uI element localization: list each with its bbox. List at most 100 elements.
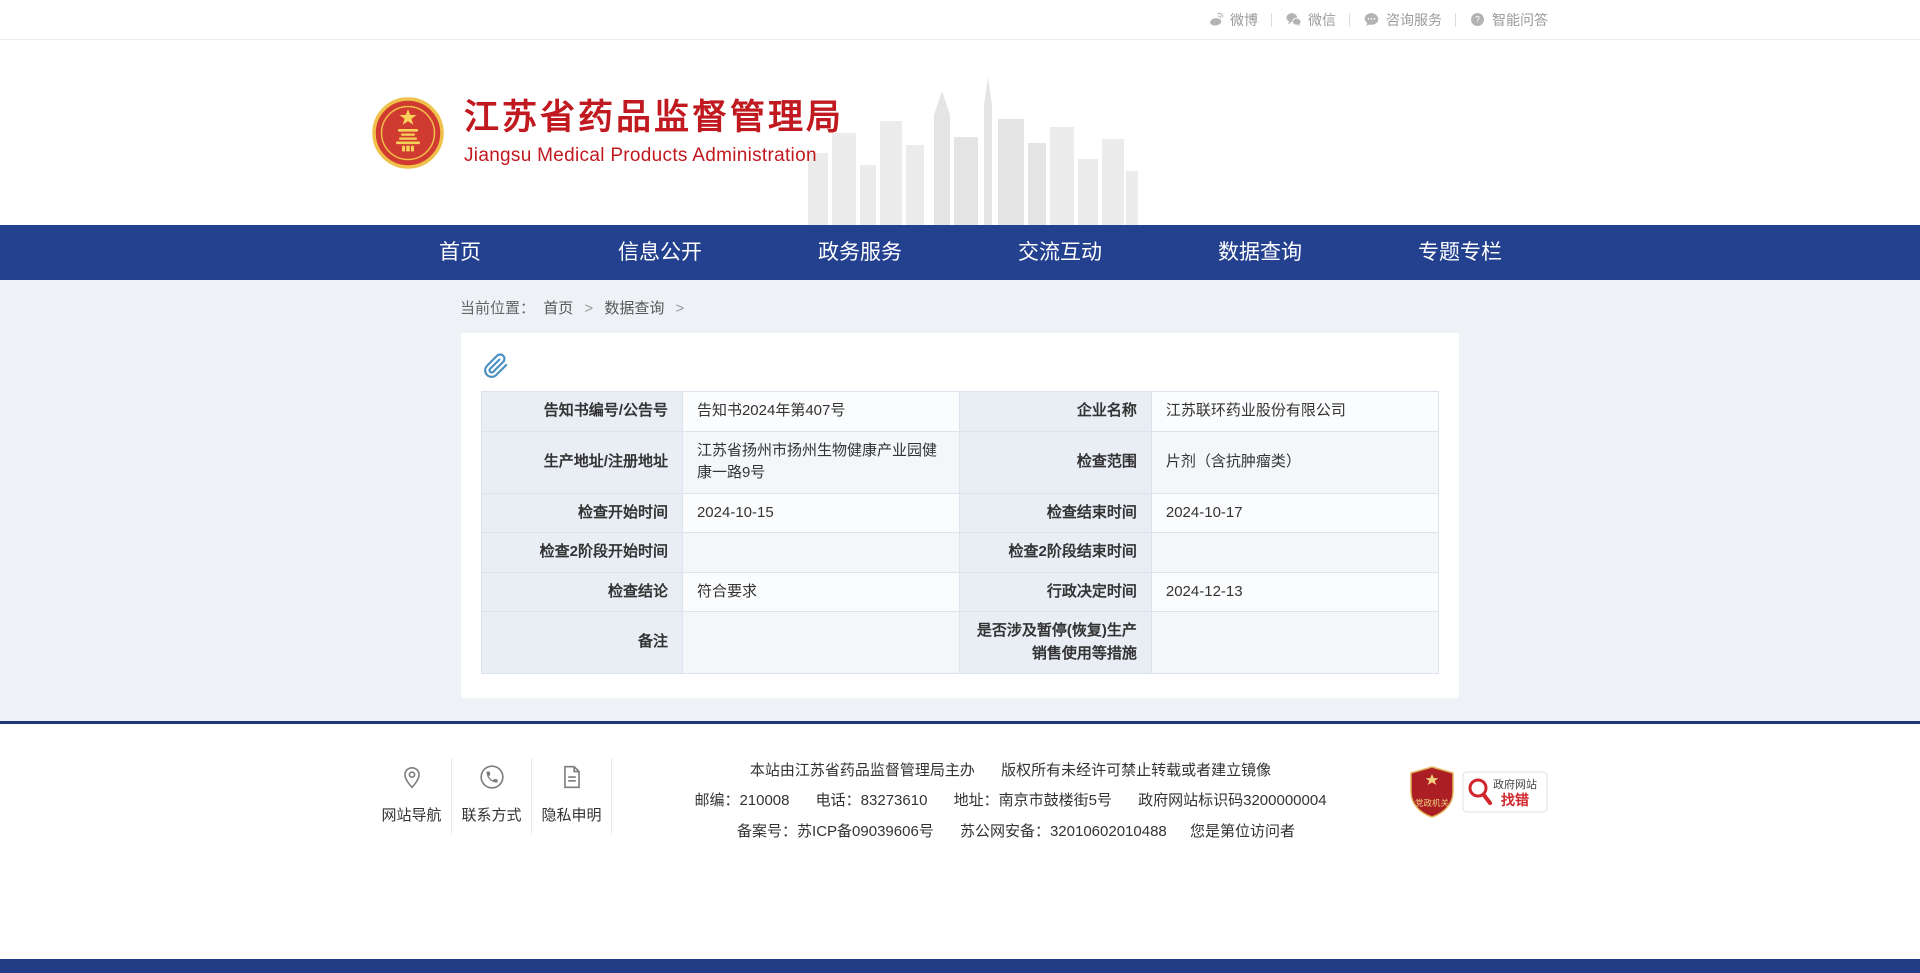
field-value: 江苏联环药业股份有限公司	[1151, 392, 1438, 432]
footer-link-label: 网站导航	[381, 804, 441, 825]
site-error-report-badge[interactable]: 政府网站 找错	[1462, 771, 1548, 813]
field-label: 检查范围	[960, 431, 1151, 493]
nav-item-gov-services[interactable]: 政务服务	[760, 225, 960, 280]
footer-record-line: 备案号：苏ICP备09039606号 苏公网安备：32010602010488 …	[628, 819, 1393, 845]
inspection-detail-table: 告知书编号/公告号 告知书2024年第407号 企业名称 江苏联环药业股份有限公…	[481, 391, 1439, 674]
party-gov-badge[interactable]: 党政机关	[1409, 766, 1455, 818]
footer-icp-number: 备案号：苏ICP备09039606号	[737, 823, 934, 840]
site-subtitle: Jiangsu Medical Products Administration	[464, 145, 844, 167]
field-value	[682, 533, 960, 573]
page: 微博 微信 咨询服务 ? 智能问答	[0, 0, 1920, 973]
paperclip-icon	[483, 353, 1439, 379]
topbar-link-weibo[interactable]: 微博	[1207, 10, 1258, 30]
field-label: 检查开始时间	[482, 493, 683, 533]
site-logo[interactable]: 江苏省药品监督管理局 Jiangsu Medical Products Admi…	[372, 97, 844, 169]
privacy-doc-icon	[559, 762, 585, 792]
field-value: 2024-10-15	[682, 493, 960, 533]
party-gov-badge-label: 党政机关	[1415, 798, 1450, 808]
national-emblem-icon	[372, 97, 444, 169]
field-label: 检查2阶段开始时间	[482, 533, 683, 573]
nav-item-home[interactable]: 首页	[360, 225, 560, 280]
footer-phone: 电话：83273610	[816, 792, 928, 809]
field-label: 行政决定时间	[960, 572, 1151, 612]
breadcrumb-prefix: 当前位置：	[460, 300, 535, 317]
field-value: 江苏省扬州市扬州生物健康产业园健康一路9号	[682, 431, 960, 493]
field-label: 是否涉及暂停(恢复)生产销售使用等措施	[960, 612, 1151, 674]
footer-quick-links: 网站导航 联系方式	[372, 758, 612, 835]
footer-host-text: 本站由江苏省药品监督管理局主办	[750, 762, 975, 779]
table-row: 生产地址/注册地址 江苏省扬州市扬州生物健康产业园健康一路9号 检查范围 片剂（…	[482, 431, 1439, 493]
topbar-link-label: 智能问答	[1492, 10, 1548, 30]
report-badge-line1: 政府网站	[1493, 777, 1537, 791]
footer-copyright-text: 版权所有未经许可禁止转载或者建立镜像	[1001, 762, 1271, 779]
bottom-strip	[0, 959, 1920, 973]
topbar-link-label: 微博	[1230, 10, 1258, 30]
main-nav: 首页 信息公开 政务服务 交流互动 数据查询 专题专栏	[0, 225, 1920, 280]
site-header: 江苏省药品监督管理局 Jiangsu Medical Products Admi…	[0, 40, 1920, 225]
breadcrumb-link-data-query[interactable]: 数据查询	[604, 300, 664, 317]
topbar-divider	[1271, 13, 1272, 27]
field-value: 2024-10-17	[1151, 493, 1438, 533]
wechat-icon	[1285, 11, 1302, 28]
field-value	[1151, 533, 1438, 573]
nav-item-info-disclosure[interactable]: 信息公开	[560, 225, 760, 280]
breadcrumb-link-home[interactable]: 首页	[543, 300, 573, 317]
weibo-icon	[1207, 11, 1224, 28]
field-label: 备注	[482, 612, 683, 674]
nav-item-interaction[interactable]: 交流互动	[960, 225, 1160, 280]
field-label: 检查结束时间	[960, 493, 1151, 533]
smart-qa-icon: ?	[1469, 11, 1486, 28]
field-label: 检查2阶段结束时间	[960, 533, 1151, 573]
detail-card: 告知书编号/公告号 告知书2024年第407号 企业名称 江苏联环药业股份有限公…	[460, 332, 1460, 699]
topbar-link-consult[interactable]: 咨询服务	[1363, 10, 1442, 30]
table-row: 告知书编号/公告号 告知书2024年第407号 企业名称 江苏联环药业股份有限公…	[482, 392, 1439, 432]
table-row: 检查结论 符合要求 行政决定时间 2024-12-13	[482, 572, 1439, 612]
footer-address: 地址：南京市鼓楼街5号	[954, 792, 1112, 809]
site-title-block: 江苏省药品监督管理局 Jiangsu Medical Products Admi…	[464, 98, 844, 167]
footer-link-label: 联系方式	[461, 804, 521, 825]
footer-postcode: 邮编：210008	[694, 792, 789, 809]
footer-site-code: 政府网站标识码3200000004	[1138, 792, 1326, 809]
footer-link-site-map[interactable]: 网站导航	[372, 758, 452, 835]
footer-link-contact[interactable]: 联系方式	[452, 758, 532, 835]
site-footer: 网站导航 联系方式	[0, 724, 1920, 959]
footer-info: 本站由江苏省药品监督管理局主办 版权所有未经许可禁止转载或者建立镜像 邮编：21…	[612, 754, 1409, 849]
content-area: 当前位置： 首页 > 数据查询 > 告知书编号/公告号 告知书2024年第407…	[0, 280, 1920, 721]
field-value: 片剂（含抗肿瘤类）	[1151, 431, 1438, 493]
footer-info-line: 邮编：210008 电话：83273610 地址：南京市鼓楼街5号 政府网站标识…	[628, 788, 1393, 814]
footer-host-line: 本站由江苏省药品监督管理局主办 版权所有未经许可禁止转载或者建立镜像	[628, 758, 1393, 784]
field-value: 2024-12-13	[1151, 572, 1438, 612]
field-value: 告知书2024年第407号	[682, 392, 960, 432]
footer-visitor-counter: 您是第位访问者	[1190, 823, 1295, 840]
field-value: 符合要求	[682, 572, 960, 612]
topbar-link-label: 微信	[1308, 10, 1336, 30]
map-pin-icon	[399, 762, 425, 792]
nav-item-data-query[interactable]: 数据查询	[1160, 225, 1360, 280]
topbar: 微博 微信 咨询服务 ? 智能问答	[0, 0, 1920, 40]
breadcrumb-separator: >	[676, 300, 685, 317]
field-value	[682, 612, 960, 674]
topbar-links: 微博 微信 咨询服务 ? 智能问答	[372, 0, 1548, 39]
svg-text:?: ?	[1475, 15, 1480, 25]
field-value	[1151, 612, 1438, 674]
breadcrumb: 当前位置： 首页 > 数据查询 >	[460, 288, 1460, 332]
footer-badges: 党政机关 政府网站 找错	[1409, 766, 1548, 818]
topbar-link-wechat[interactable]: 微信	[1285, 10, 1336, 30]
consult-service-icon	[1363, 11, 1380, 28]
table-row: 检查开始时间 2024-10-15 检查结束时间 2024-10-17	[482, 493, 1439, 533]
footer-police-number: 苏公网安备：32010602010488	[960, 823, 1167, 840]
breadcrumb-separator: >	[584, 300, 593, 317]
field-label: 生产地址/注册地址	[482, 431, 683, 493]
nav-item-special-topics[interactable]: 专题专栏	[1360, 225, 1560, 280]
field-label: 告知书编号/公告号	[482, 392, 683, 432]
phone-icon	[479, 762, 505, 792]
site-title: 江苏省药品监督管理局	[464, 98, 844, 138]
city-skyline-illustration	[808, 75, 1138, 225]
footer-link-label: 隐私申明	[541, 804, 601, 825]
topbar-link-label: 咨询服务	[1386, 10, 1442, 30]
report-badge-line2: 找错	[1501, 792, 1529, 808]
footer-link-privacy[interactable]: 隐私申明	[532, 758, 612, 835]
field-label: 企业名称	[960, 392, 1151, 432]
field-label: 检查结论	[482, 572, 683, 612]
topbar-link-smart-qa[interactable]: ? 智能问答	[1469, 10, 1548, 30]
